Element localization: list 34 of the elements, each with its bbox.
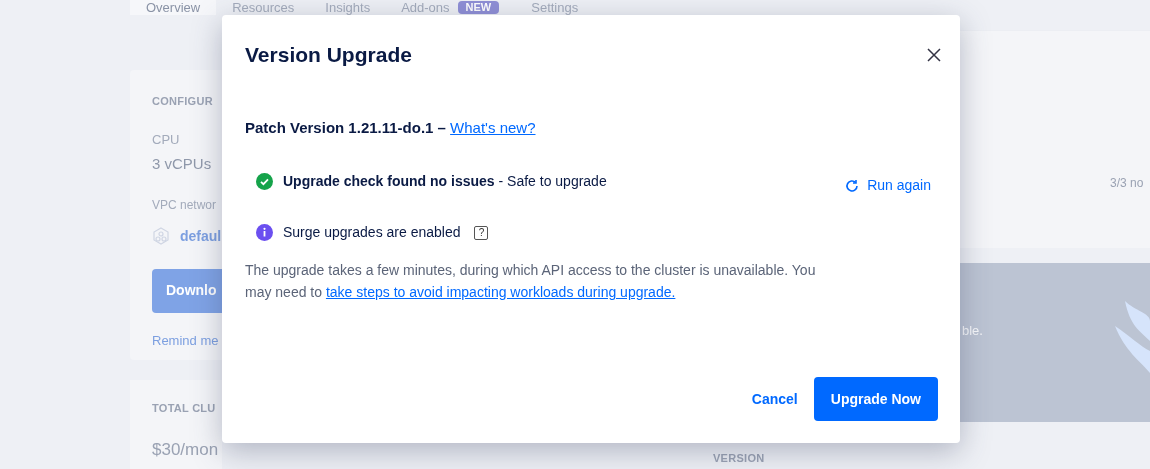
upgrade-description: The upgrade takes a few minutes, during which API access to the cluster is unavailable. You may need to take steps to avoid impacting workloads during upgrade. xyxy=(245,261,817,302)
field-value: 3 vCPUs xyxy=(152,154,213,174)
cost-value: $30/mon xyxy=(152,438,220,461)
download-button[interactable]: Downlo xyxy=(152,268,222,313)
nodes-count: 3/3 no xyxy=(1110,175,1144,192)
upgrade-button[interactable]: Upgrade Now xyxy=(813,377,938,421)
field-label: VPC networ xyxy=(152,196,218,214)
network-icon xyxy=(152,227,170,245)
surge-status: Surge upgrades are enabled xyxy=(283,223,461,242)
info-icon xyxy=(256,224,273,241)
remind-link[interactable]: Remind me xyxy=(152,330,222,350)
tab[interactable]: Resources xyxy=(216,0,310,15)
network-link[interactable]: defaul xyxy=(180,225,222,247)
card-heading: CONFIGUR xyxy=(152,94,214,109)
refresh-icon xyxy=(845,178,860,193)
dialog-title: Version Upgrade xyxy=(245,42,412,68)
field-label: CPU xyxy=(152,130,181,149)
new-badge: NEW xyxy=(457,1,500,14)
whats-new-link[interactable]: What's new? xyxy=(450,118,536,136)
check-result: Upgrade check found no issues - Safe to upgrade xyxy=(283,172,607,191)
panel-text: ble. xyxy=(962,322,983,340)
tab[interactable]: Settings xyxy=(515,0,595,15)
run-again-link[interactable]: Run again xyxy=(845,175,931,196)
card-heading: TOTAL CLU xyxy=(152,401,217,416)
tab[interactable]: Overview xyxy=(130,0,217,15)
close-icon[interactable] xyxy=(927,47,941,62)
patch-version: Patch Version 1.21.11-do.1 – What's new? xyxy=(245,117,537,138)
help-button[interactable]: ? xyxy=(474,225,489,240)
tab[interactable]: Add-ons NEW xyxy=(385,0,516,15)
check-icon xyxy=(256,173,273,190)
section-heading: VERSION xyxy=(713,451,765,465)
tab[interactable]: Insights xyxy=(309,0,386,15)
cancel-button[interactable]: Cancel xyxy=(749,377,800,421)
workloads-link[interactable]: take steps to avoid impacting workloads during upgrade. xyxy=(325,284,676,300)
